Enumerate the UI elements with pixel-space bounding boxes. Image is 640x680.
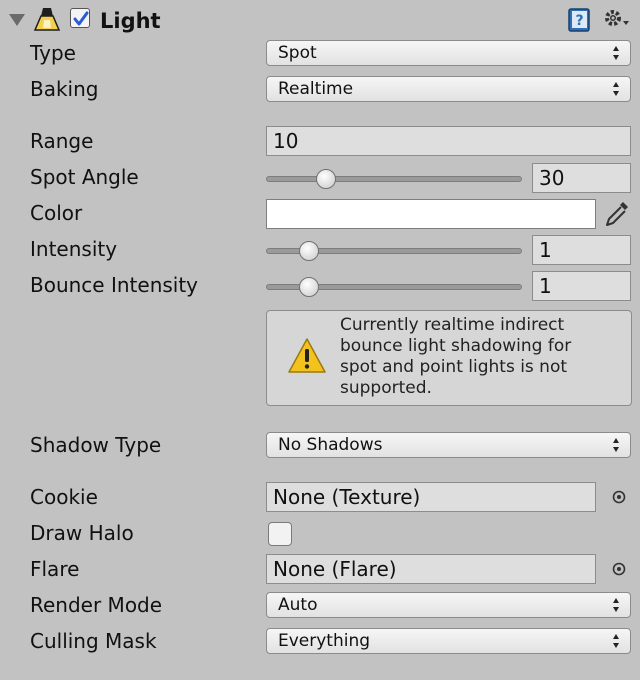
spotlight-icon [33,6,61,36]
culling-mask-value: Everything [278,631,371,651]
bounce-intensity-slider-thumb[interactable] [298,277,319,297]
shadow-type-dropdown[interactable]: No Shadows [266,432,631,458]
render-mode-dropdown[interactable]: Auto [266,592,631,618]
svg-text:?: ? [575,13,583,29]
intensity-label: Intensity [30,237,118,261]
baking-dropdown[interactable]: Realtime [266,76,631,102]
dropdown-arrows-icon [613,46,619,60]
draw-halo-checkbox[interactable] [268,522,292,546]
flare-label: Flare [30,557,80,581]
render-mode-label: Render Mode [30,593,163,617]
range-label: Range [30,129,94,153]
object-picker-icon[interactable] [611,489,627,509]
culling-mask-label: Culling Mask [30,629,157,653]
component-enabled-checkbox[interactable] [70,8,90,28]
bounce-intensity-input[interactable]: 1 [532,271,631,301]
warning-helpbox: Currently realtime indirect bounce light… [266,310,632,406]
gear-dropdown-icon[interactable] [602,6,630,36]
foldout-arrow-icon[interactable] [9,14,25,26]
flare-object-field[interactable]: None (Flare) [266,554,596,584]
intensity-slider-thumb[interactable] [298,241,319,261]
cookie-object-field[interactable]: None (Texture) [266,482,596,512]
warning-text: Currently realtime indirect bounce light… [340,315,572,398]
cookie-label: Cookie [30,485,98,509]
dropdown-arrows-icon [613,634,619,648]
spot-angle-input[interactable]: 30 [532,163,631,193]
bounce-intensity-label: Bounce Intensity [30,273,199,297]
baking-label: Baking [30,77,99,101]
checkmark-icon [73,11,89,26]
component-title: Light [100,9,161,33]
render-mode-value: Auto [278,595,318,615]
dropdown-arrows-icon [613,438,619,452]
object-picker-icon[interactable] [611,561,627,581]
color-swatch[interactable] [266,199,596,229]
spot-angle-slider-track[interactable] [266,176,522,182]
spot-angle-label: Spot Angle [30,165,139,189]
range-input[interactable]: 10 [266,126,631,156]
shadow-type-label: Shadow Type [30,433,162,457]
dropdown-arrows-icon [613,82,619,96]
draw-halo-label: Draw Halo [30,521,134,545]
color-label: Color [30,201,83,225]
shadow-type-value: No Shadows [278,435,383,455]
type-value: Spot [278,43,317,63]
spot-angle-slider-thumb[interactable] [315,169,336,189]
eyedropper-icon[interactable] [603,199,631,233]
intensity-input[interactable]: 1 [532,235,631,265]
culling-mask-dropdown[interactable]: Everything [266,628,631,654]
help-book-icon[interactable]: ? [567,7,593,37]
baking-value: Realtime [278,79,354,99]
dropdown-arrows-icon [613,598,619,612]
warning-triangle-icon [287,337,327,379]
type-label: Type [30,41,76,65]
type-dropdown[interactable]: Spot [266,40,631,66]
